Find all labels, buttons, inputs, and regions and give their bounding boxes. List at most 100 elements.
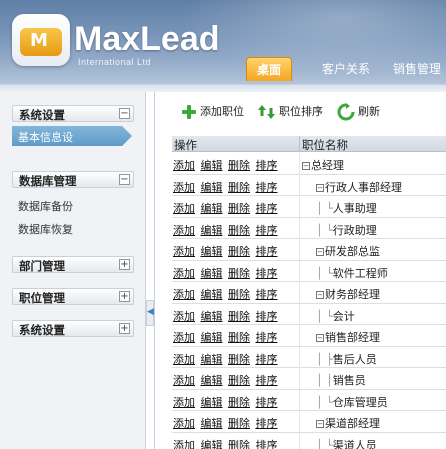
refresh-button[interactable]: 刷新 [337,103,380,121]
position-name-text: 会计 [332,309,355,323]
section-title: 职位管理 [19,291,65,305]
delete-link[interactable]: 删除 [228,310,250,323]
delete-link[interactable]: 删除 [228,159,250,172]
sidebar-section-positions[interactable]: 职位管理 + [12,288,134,305]
add-link[interactable]: 添加 [173,224,195,237]
sidebar-item-db-backup[interactable]: 数据库备份 [18,198,73,214]
sort-link[interactable]: 排序 [256,353,278,366]
delete-link[interactable]: 删除 [228,439,250,449]
column-separator [299,217,300,239]
section-title: 系统设置 [19,108,65,122]
sort-link[interactable]: 排序 [256,439,278,449]
edit-link[interactable]: 编辑 [201,374,223,387]
sort-link[interactable]: 排序 [256,288,278,301]
tree-collapse-icon[interactable]: − [316,420,324,428]
column-separator [299,303,300,325]
edit-link[interactable]: 编辑 [201,310,223,323]
collapse-toggle-icon[interactable]: − [119,108,130,119]
column-separator [299,389,300,411]
expand-toggle-icon[interactable]: + [119,291,130,302]
edit-link[interactable]: 编辑 [201,288,223,301]
sidebar-section-departments[interactable]: 部门管理 + [12,256,134,273]
expand-toggle-icon[interactable]: + [119,259,130,270]
sort-link[interactable]: 排序 [256,159,278,172]
edit-link[interactable]: 编辑 [201,202,223,215]
add-position-button[interactable]: 添加职位 [181,103,244,120]
tab-sales-management[interactable]: 销售管理 [388,57,446,81]
add-link[interactable]: 添加 [173,331,195,344]
sidebar-section-database[interactable]: 数据库管理 − [12,171,134,188]
tree-collapse-icon[interactable]: − [302,162,310,170]
sort-link[interactable]: 排序 [256,202,278,215]
add-link[interactable]: 添加 [173,288,195,301]
row-actions: 添加 编辑 删除 排序 [173,243,280,259]
sort-link[interactable]: 排序 [256,181,278,194]
sort-link[interactable]: 排序 [256,331,278,344]
sort-link[interactable]: 排序 [256,245,278,258]
edit-link[interactable]: 编辑 [201,267,223,280]
tab-desktop[interactable]: 桌面 [246,57,292,81]
edit-link[interactable]: 编辑 [201,439,223,449]
add-link[interactable]: 添加 [173,417,195,430]
delete-link[interactable]: 删除 [228,267,250,280]
edit-link[interactable]: 编辑 [201,245,223,258]
edit-link[interactable]: 编辑 [201,396,223,409]
tree-line-icon: │ └ [316,395,333,409]
edit-link[interactable]: 编辑 [201,331,223,344]
delete-link[interactable]: 删除 [228,181,250,194]
row-actions: 添加 编辑 删除 排序 [173,200,280,216]
add-link[interactable]: 添加 [173,159,195,172]
position-name: − 行政人事部经理 [316,179,402,195]
delete-link[interactable]: 删除 [228,417,250,430]
position-name-text: 销售员 [332,374,366,387]
edit-link[interactable]: 编辑 [201,181,223,194]
add-link[interactable]: 添加 [173,310,195,323]
sort-link[interactable]: 排序 [256,267,278,280]
tab-customer-relations[interactable]: 客户关系 [318,57,374,81]
edit-link[interactable]: 编辑 [201,159,223,172]
expand-toggle-icon[interactable]: + [119,323,130,334]
sort-link[interactable]: 排序 [256,396,278,409]
delete-link[interactable]: 删除 [228,353,250,366]
add-link[interactable]: 添加 [173,396,195,409]
add-link[interactable]: 添加 [173,267,195,280]
delete-link[interactable]: 删除 [228,331,250,344]
sort-positions-button[interactable]: 职位排序 [258,103,323,120]
sort-link[interactable]: 排序 [256,224,278,237]
sort-link[interactable]: 排序 [256,417,278,430]
position-name: │ └软件工程师 [316,265,388,281]
sort-link[interactable]: 排序 [256,374,278,387]
tree-collapse-icon[interactable]: − [316,291,324,299]
delete-link[interactable]: 删除 [228,288,250,301]
delete-link[interactable]: 删除 [228,396,250,409]
add-link[interactable]: 添加 [173,202,195,215]
sidebar-section-system-settings-2[interactable]: 系统设置 + [12,320,134,337]
sidebar-collapse-handle[interactable]: ◀ [146,300,154,326]
add-link[interactable]: 添加 [173,353,195,366]
add-link[interactable]: 添加 [173,245,195,258]
tree-collapse-icon[interactable]: − [316,248,324,256]
refresh-icon [337,103,355,121]
delete-link[interactable]: 删除 [228,245,250,258]
position-name: │ └仓库管理员 [316,394,388,410]
collapse-toggle-icon[interactable]: − [119,174,130,185]
tree-collapse-icon[interactable]: − [316,334,324,342]
add-link[interactable]: 添加 [173,374,195,387]
delete-link[interactable]: 删除 [228,202,250,215]
add-link[interactable]: 添加 [173,181,195,194]
sidebar-section-system-settings[interactable]: 系统设置 − [12,105,134,122]
position-name: − 总经理 [302,157,344,173]
table-row: 添加 编辑 删除 排序 − 总经理 [172,153,446,175]
sidebar-item-basic-info[interactable]: 基本信息设 [12,126,132,146]
delete-link[interactable]: 删除 [228,224,250,237]
edit-link[interactable]: 编辑 [201,353,223,366]
edit-link[interactable]: 编辑 [201,224,223,237]
table-row: 添加 编辑 删除 排序 │ └行政助理 [172,217,446,239]
row-actions: 添加 编辑 删除 排序 [173,222,280,238]
tree-collapse-icon[interactable]: − [316,183,324,192]
add-link[interactable]: 添加 [173,439,195,449]
sort-link[interactable]: 排序 [256,310,278,323]
delete-link[interactable]: 删除 [228,374,250,387]
edit-link[interactable]: 编辑 [201,417,223,430]
sidebar-item-db-restore[interactable]: 数据库恢复 [18,221,73,237]
